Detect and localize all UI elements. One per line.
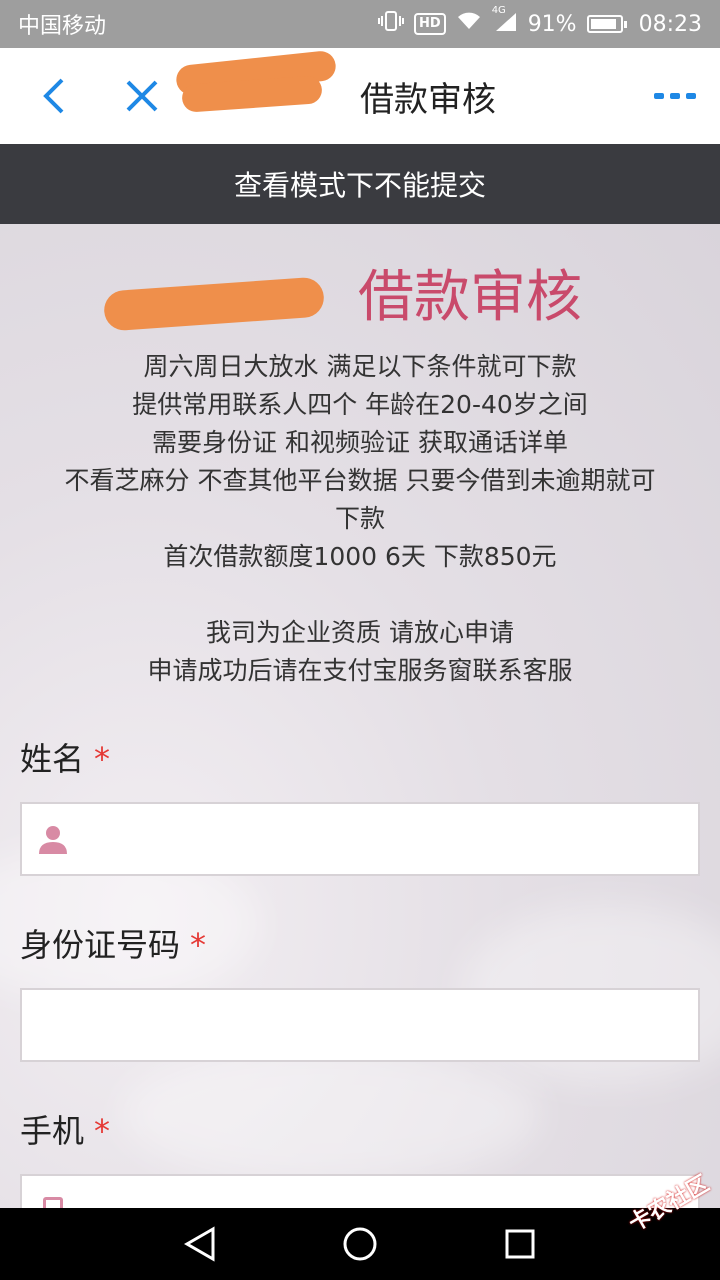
more-dot — [670, 93, 680, 99]
system-home-button[interactable] — [335, 1219, 385, 1269]
back-button[interactable] — [24, 66, 84, 126]
hd-icon: HD — [414, 13, 446, 35]
nav-title-text: 借款审核 — [360, 79, 496, 120]
phone-icon — [36, 1194, 70, 1208]
close-button[interactable] — [112, 66, 172, 126]
view-mode-notice: 查看模式下不能提交 — [0, 144, 720, 224]
required-mark: * — [94, 740, 111, 778]
field-phone: 手机 * — [20, 1106, 700, 1208]
recents-square-icon — [505, 1229, 535, 1259]
field-label: 身份证号码 * — [20, 926, 207, 964]
more-button[interactable] — [636, 93, 696, 99]
description-line: 申请成功后请在支付宝服务窗联系客服 — [147, 656, 573, 685]
hero-title-text: 借款审核 — [358, 265, 582, 330]
apply-form: 姓名 * 身份证号码 * 手机 * — [20, 734, 700, 1208]
field-label: 姓名 * — [20, 740, 111, 778]
description-line: 首次借款额度1000 6天 下款850元 — [163, 542, 557, 571]
chevron-left-icon — [43, 78, 64, 114]
clock: 08:23 — [638, 11, 702, 37]
nav-bar: 借款审核 — [0, 48, 720, 144]
battery-percent: 91% — [527, 11, 577, 37]
description-spacer — [24, 576, 696, 614]
field-label: 手机 * — [20, 1112, 111, 1150]
form-page[interactable]: 借款审核 周六周日大放水 满足以下条件就可下款 提供常用联系人四个 年龄在20-4… — [0, 224, 720, 1208]
system-back-button[interactable] — [175, 1219, 225, 1269]
wifi-icon — [456, 11, 482, 37]
back-triangle-icon — [183, 1226, 215, 1262]
status-bar: 中国移动 HD 4G 91% 08:23 — [0, 0, 720, 48]
page-title: 借款审核 — [172, 49, 636, 121]
name-input[interactable] — [20, 802, 700, 876]
redaction-mark — [102, 276, 326, 332]
description: 周六周日大放水 满足以下条件就可下款 提供常用联系人四个 年龄在20-40岁之间需… — [0, 348, 720, 690]
more-dot — [654, 93, 664, 99]
user-icon — [36, 822, 70, 856]
phone-input[interactable] — [20, 1174, 700, 1208]
description-line: 提供常用联系人四个 年龄在20-40岁之间 — [132, 390, 588, 419]
home-circle-icon — [343, 1227, 377, 1261]
battery-icon — [586, 15, 627, 33]
description-line: 周六周日大放水 满足以下条件就可下款 — [143, 352, 577, 381]
description-line: 我司为企业资质 请放心申请 — [206, 618, 514, 647]
close-icon — [126, 80, 158, 112]
system-nav-bar — [0, 1208, 720, 1280]
hero-title: 借款审核 — [0, 260, 720, 336]
id-number-input[interactable] — [20, 988, 700, 1062]
required-mark: * — [190, 926, 207, 964]
more-dot — [686, 93, 696, 99]
field-id-number: 身份证号码 * — [20, 920, 700, 1062]
signal-icon: 4G — [492, 5, 518, 37]
required-mark: * — [94, 1112, 111, 1150]
network-type: 4G — [491, 5, 506, 16]
system-recents-button[interactable] — [495, 1219, 545, 1269]
field-name: 姓名 * — [20, 734, 700, 876]
description-line: 需要身份证 和视频验证 获取通话详单 — [152, 428, 568, 457]
carrier-name: 中国移动 — [18, 14, 107, 39]
description-line: 不看芝麻分 不查其他平台数据 只要今借到未逾期就可 — [64, 466, 656, 495]
description-line: 下款 — [334, 504, 385, 533]
vibrate-icon — [378, 10, 405, 38]
